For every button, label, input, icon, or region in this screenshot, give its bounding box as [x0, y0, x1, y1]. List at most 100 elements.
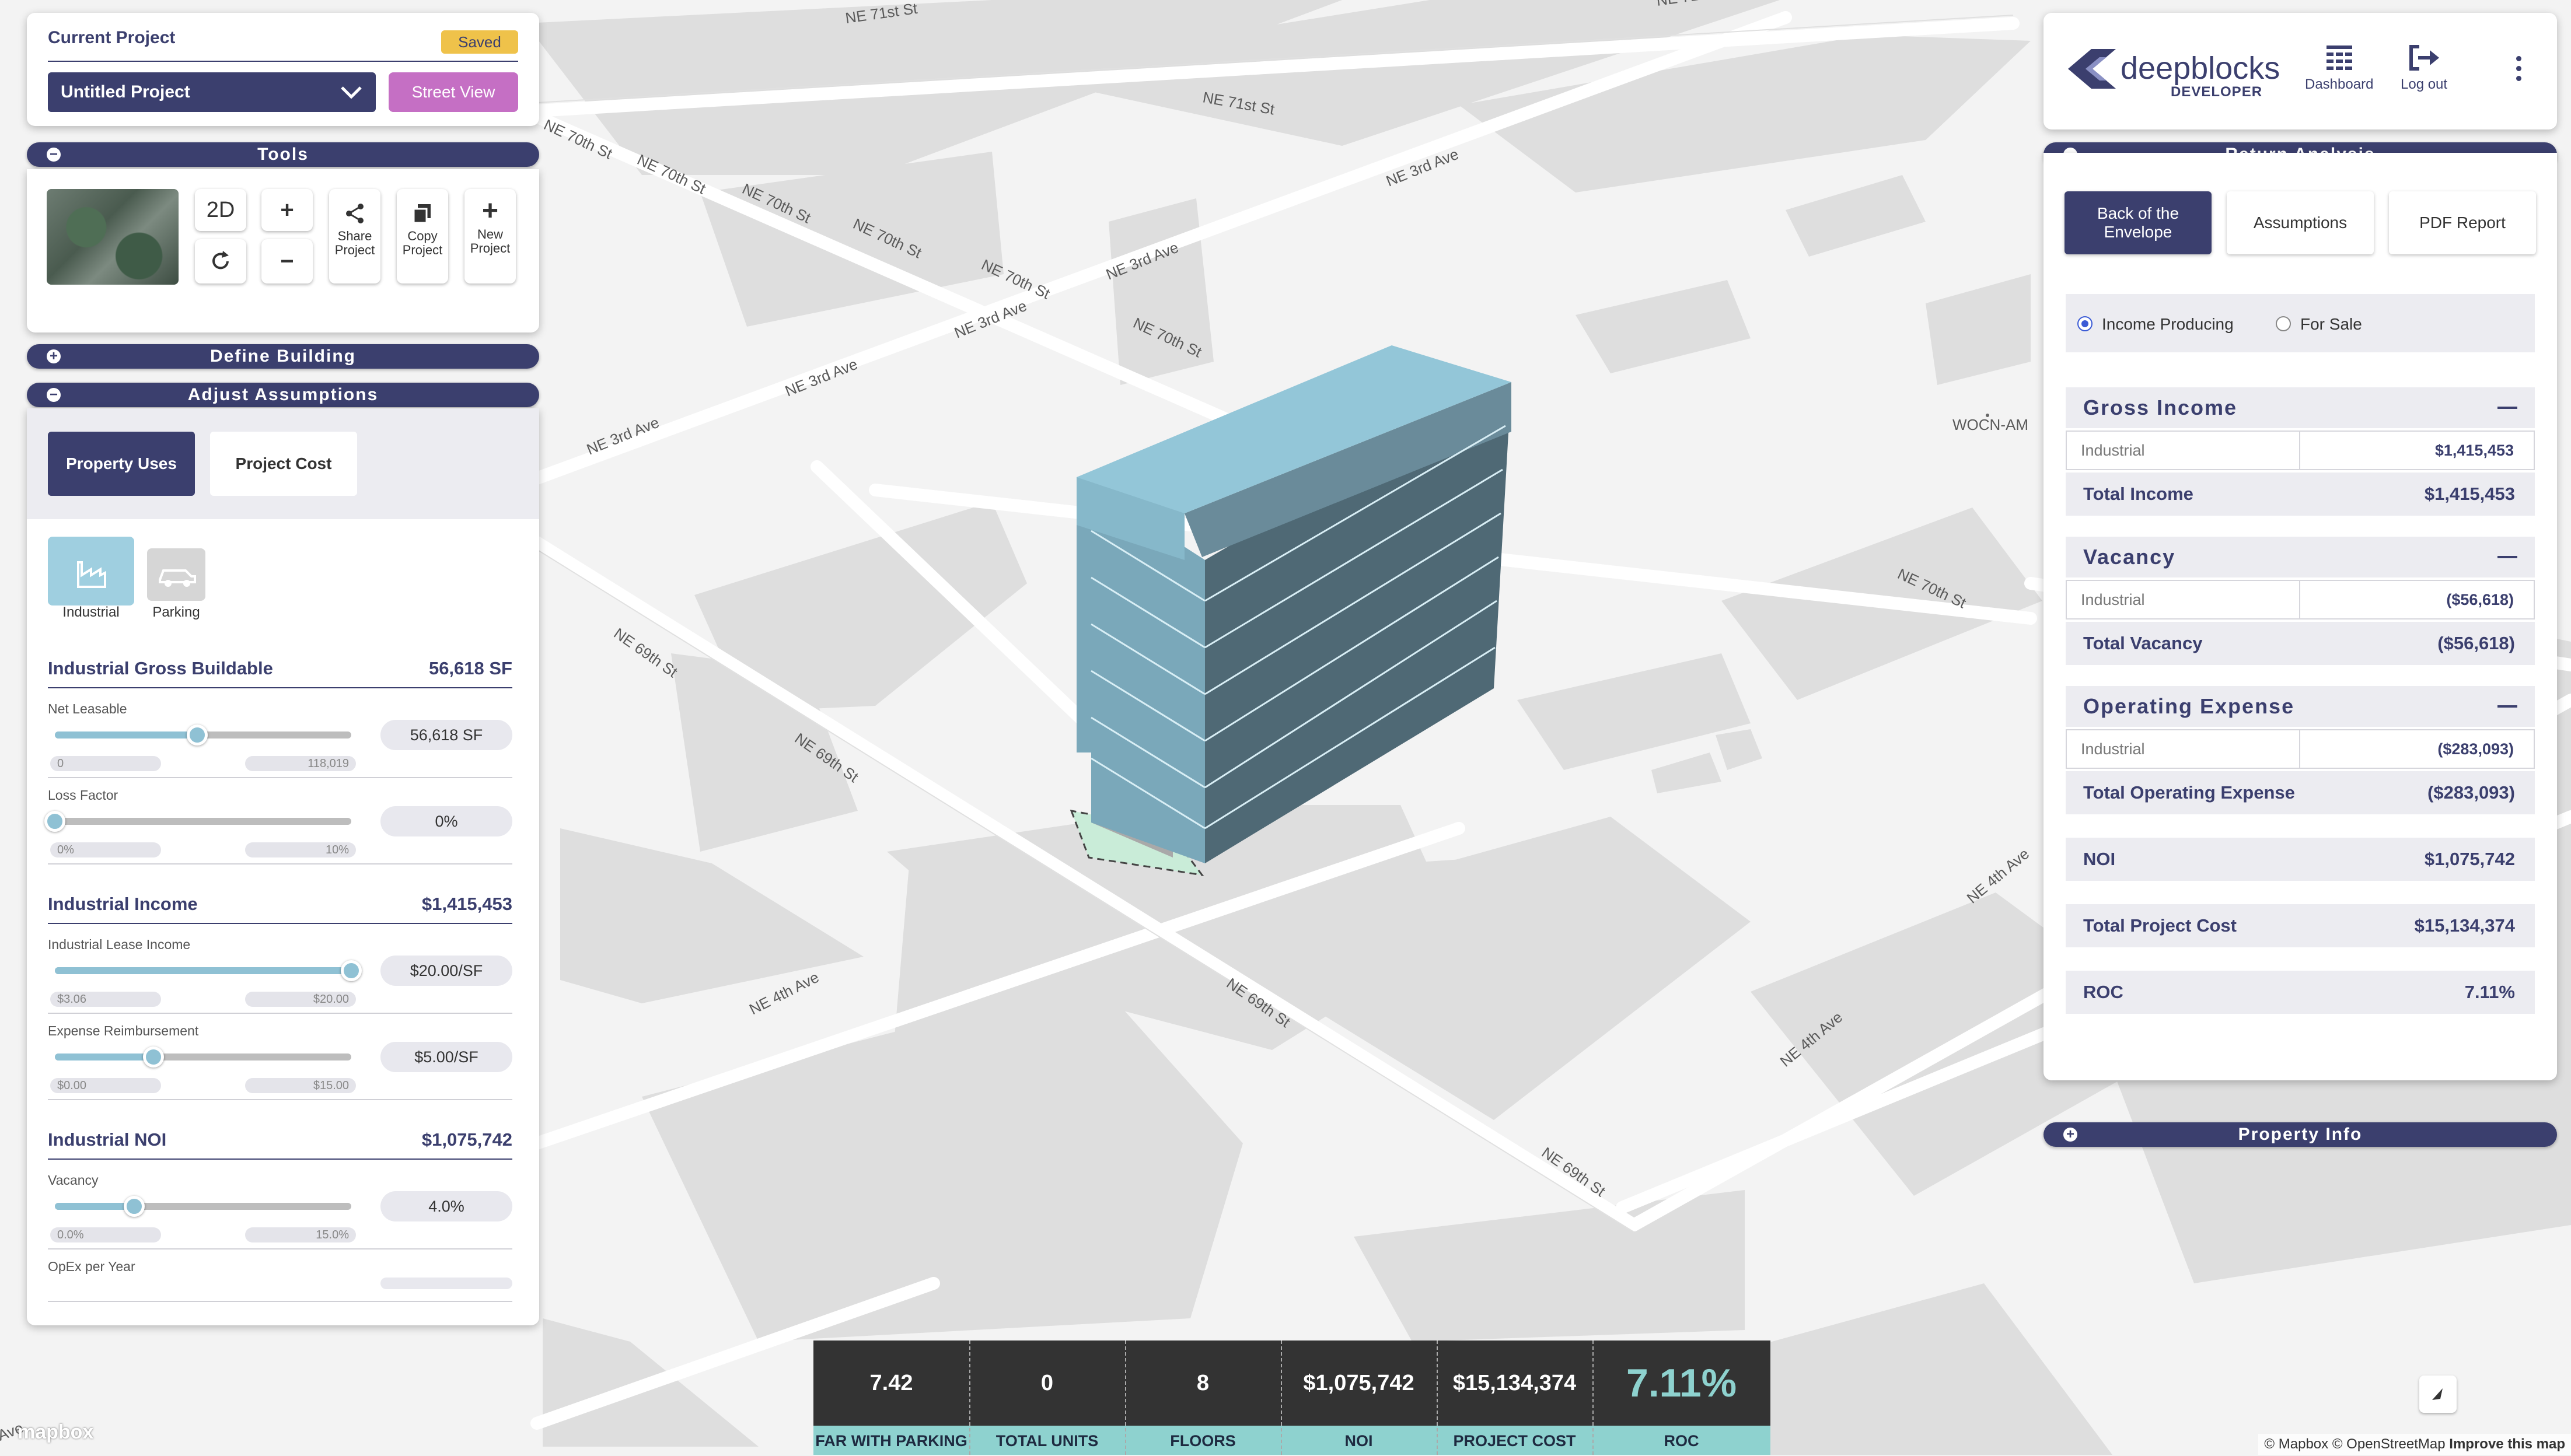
- stat-value: 7.11%: [1592, 1340, 1770, 1426]
- adjust-assumptions-header[interactable]: − Adjust Assumptions: [27, 383, 539, 407]
- slider-min: $3.06: [50, 992, 161, 1007]
- expense-reimb-slider[interactable]: [55, 1046, 351, 1068]
- dashboard-button[interactable]: Dashboard: [2305, 43, 2373, 93]
- slider-max: 10%: [245, 842, 356, 858]
- net-leasable-slider[interactable]: [55, 724, 351, 746]
- new-label-2: Project: [470, 241, 511, 256]
- slider-knob[interactable]: [143, 1046, 165, 1068]
- back-of-envelope-button[interactable]: Back of the Envelope: [2065, 191, 2212, 254]
- zoom-in-button[interactable]: +: [261, 189, 313, 231]
- operating-expense-header[interactable]: Operating Expense: [2066, 686, 2535, 727]
- lease-income-slider[interactable]: [55, 960, 362, 981]
- vacancy-slider[interactable]: [55, 1196, 351, 1217]
- assumptions-button[interactable]: Assumptions: [2227, 191, 2374, 254]
- new-label: New: [477, 227, 503, 242]
- improve-map-link[interactable]: Improve this map: [2449, 1436, 2565, 1452]
- map-attribution: © Mapbox © OpenStreetMap Improve this ma…: [2258, 1434, 2571, 1455]
- vacancy-row: Industrial ($56,618): [2066, 580, 2535, 620]
- divider: [48, 863, 512, 864]
- lease-income-value[interactable]: $20.00/SF: [380, 956, 512, 986]
- current-project-title: Current Project: [48, 28, 176, 47]
- share-project-button[interactable]: Share Project: [329, 189, 380, 284]
- view-2d-label: 2D: [206, 198, 235, 222]
- loss-factor-value[interactable]: 0%: [380, 806, 512, 836]
- roc-value: 7.11%: [2464, 982, 2515, 1002]
- collapse-icon[interactable]: [2497, 556, 2517, 558]
- income-producing-label[interactable]: Income Producing: [2102, 315, 2234, 334]
- vacancy-header[interactable]: Vacancy: [2066, 537, 2535, 578]
- poi-label: WOCN-AM: [1952, 416, 2028, 433]
- roc-label: ROC: [2083, 982, 2123, 1002]
- stats-bar: 7.42 FAR WITH PARKING 0 TOTAL UNITS 8 FL…: [813, 1340, 1770, 1455]
- collapse-icon[interactable]: −: [47, 148, 61, 162]
- share-label: Share: [337, 229, 372, 243]
- total-operating-expense-row: Total Operating Expense ($283,093): [2066, 771, 2535, 814]
- industrial-income-value: $1,415,453: [421, 894, 512, 914]
- stat-label: PROJECT COST: [1437, 1426, 1592, 1455]
- divider: [48, 1248, 512, 1250]
- define-building-title: Define Building: [210, 346, 356, 366]
- loss-factor-slider[interactable]: [44, 811, 351, 832]
- gross-buildable-title: Industrial Gross Buildable: [48, 658, 273, 678]
- compass-button[interactable]: [2419, 1376, 2457, 1413]
- satellite-thumbnail[interactable]: [47, 189, 179, 285]
- industrial-use-toggle[interactable]: [48, 537, 134, 606]
- define-building-header[interactable]: + Define Building: [27, 344, 539, 369]
- loss-factor-label: Loss Factor: [48, 788, 118, 803]
- plus-icon: +: [481, 195, 499, 226]
- property-info-header[interactable]: + Property Info: [2043, 1122, 2557, 1147]
- for-sale-radio[interactable]: [2276, 316, 2291, 331]
- logout-button[interactable]: Log out: [2401, 43, 2447, 93]
- slider-max: $20.00: [245, 992, 356, 1007]
- brand-subtitle: DEVELOPER: [2171, 84, 2263, 100]
- copy-icon: [413, 204, 431, 224]
- pdf-report-button[interactable]: PDF Report: [2389, 191, 2536, 254]
- total-value: ($56,618): [2437, 633, 2515, 653]
- net-leasable-value[interactable]: 56,618 SF: [380, 720, 512, 750]
- deepblocks-logo-icon: [2068, 49, 2116, 89]
- divider: [48, 687, 512, 688]
- stat-label: TOTAL UNITS: [969, 1426, 1125, 1455]
- zoom-out-button[interactable]: −: [261, 239, 313, 284]
- copy-project-button[interactable]: Copy Project: [397, 189, 448, 284]
- opex-value[interactable]: [380, 1278, 512, 1289]
- tools-header[interactable]: − Tools: [27, 142, 539, 167]
- industrial-noi-value: $1,075,742: [421, 1129, 512, 1150]
- stat-total-units: 0 TOTAL UNITS: [969, 1340, 1125, 1455]
- tab-property-uses[interactable]: Property Uses: [48, 432, 195, 496]
- parking-use-toggle[interactable]: [147, 548, 205, 601]
- collapse-icon[interactable]: [2497, 407, 2517, 409]
- divider: [48, 923, 512, 924]
- gross-income-header[interactable]: Gross Income: [2066, 387, 2535, 428]
- income-producing-radio[interactable]: [2077, 316, 2093, 331]
- slider-knob[interactable]: [44, 811, 65, 832]
- expand-icon[interactable]: +: [47, 349, 61, 363]
- collapse-icon[interactable]: −: [47, 388, 61, 402]
- slider-knob[interactable]: [123, 1196, 145, 1217]
- rotate-button[interactable]: [195, 239, 246, 284]
- stat-floors: 8 FLOORS: [1125, 1340, 1281, 1455]
- more-menu-icon[interactable]: [2516, 56, 2522, 86]
- view-2d-button[interactable]: 2D: [195, 189, 246, 231]
- expense-reimb-value[interactable]: $5.00/SF: [380, 1042, 512, 1072]
- mapbox-logo[interactable]: mapbox: [18, 1421, 93, 1444]
- vacancy-value[interactable]: 4.0%: [380, 1191, 512, 1222]
- saved-badge: Saved: [441, 30, 518, 54]
- row-label: Industrial: [2067, 730, 2300, 768]
- expand-icon[interactable]: +: [2063, 1128, 2077, 1142]
- compass-icon: [2432, 1388, 2443, 1400]
- collapse-icon[interactable]: [2497, 705, 2517, 708]
- project-select[interactable]: Untitled Project: [48, 72, 376, 112]
- row-label: Industrial: [2067, 581, 2300, 618]
- gross-income-row: Industrial $1,415,453: [2066, 430, 2535, 470]
- street-view-button[interactable]: Street View: [389, 72, 518, 112]
- for-sale-label[interactable]: For Sale: [2300, 315, 2362, 334]
- attribution-text[interactable]: © Mapbox © OpenStreetMap: [2264, 1436, 2445, 1452]
- slider-knob[interactable]: [341, 960, 362, 981]
- slider-knob[interactable]: [186, 724, 208, 746]
- vacancy-title: Vacancy: [2083, 545, 2176, 569]
- noi-row: NOI $1,075,742: [2066, 838, 2535, 881]
- row-value: $1,415,453: [2434, 442, 2514, 459]
- tab-project-cost[interactable]: Project Cost: [210, 432, 357, 496]
- new-project-button[interactable]: + New Project: [464, 189, 516, 284]
